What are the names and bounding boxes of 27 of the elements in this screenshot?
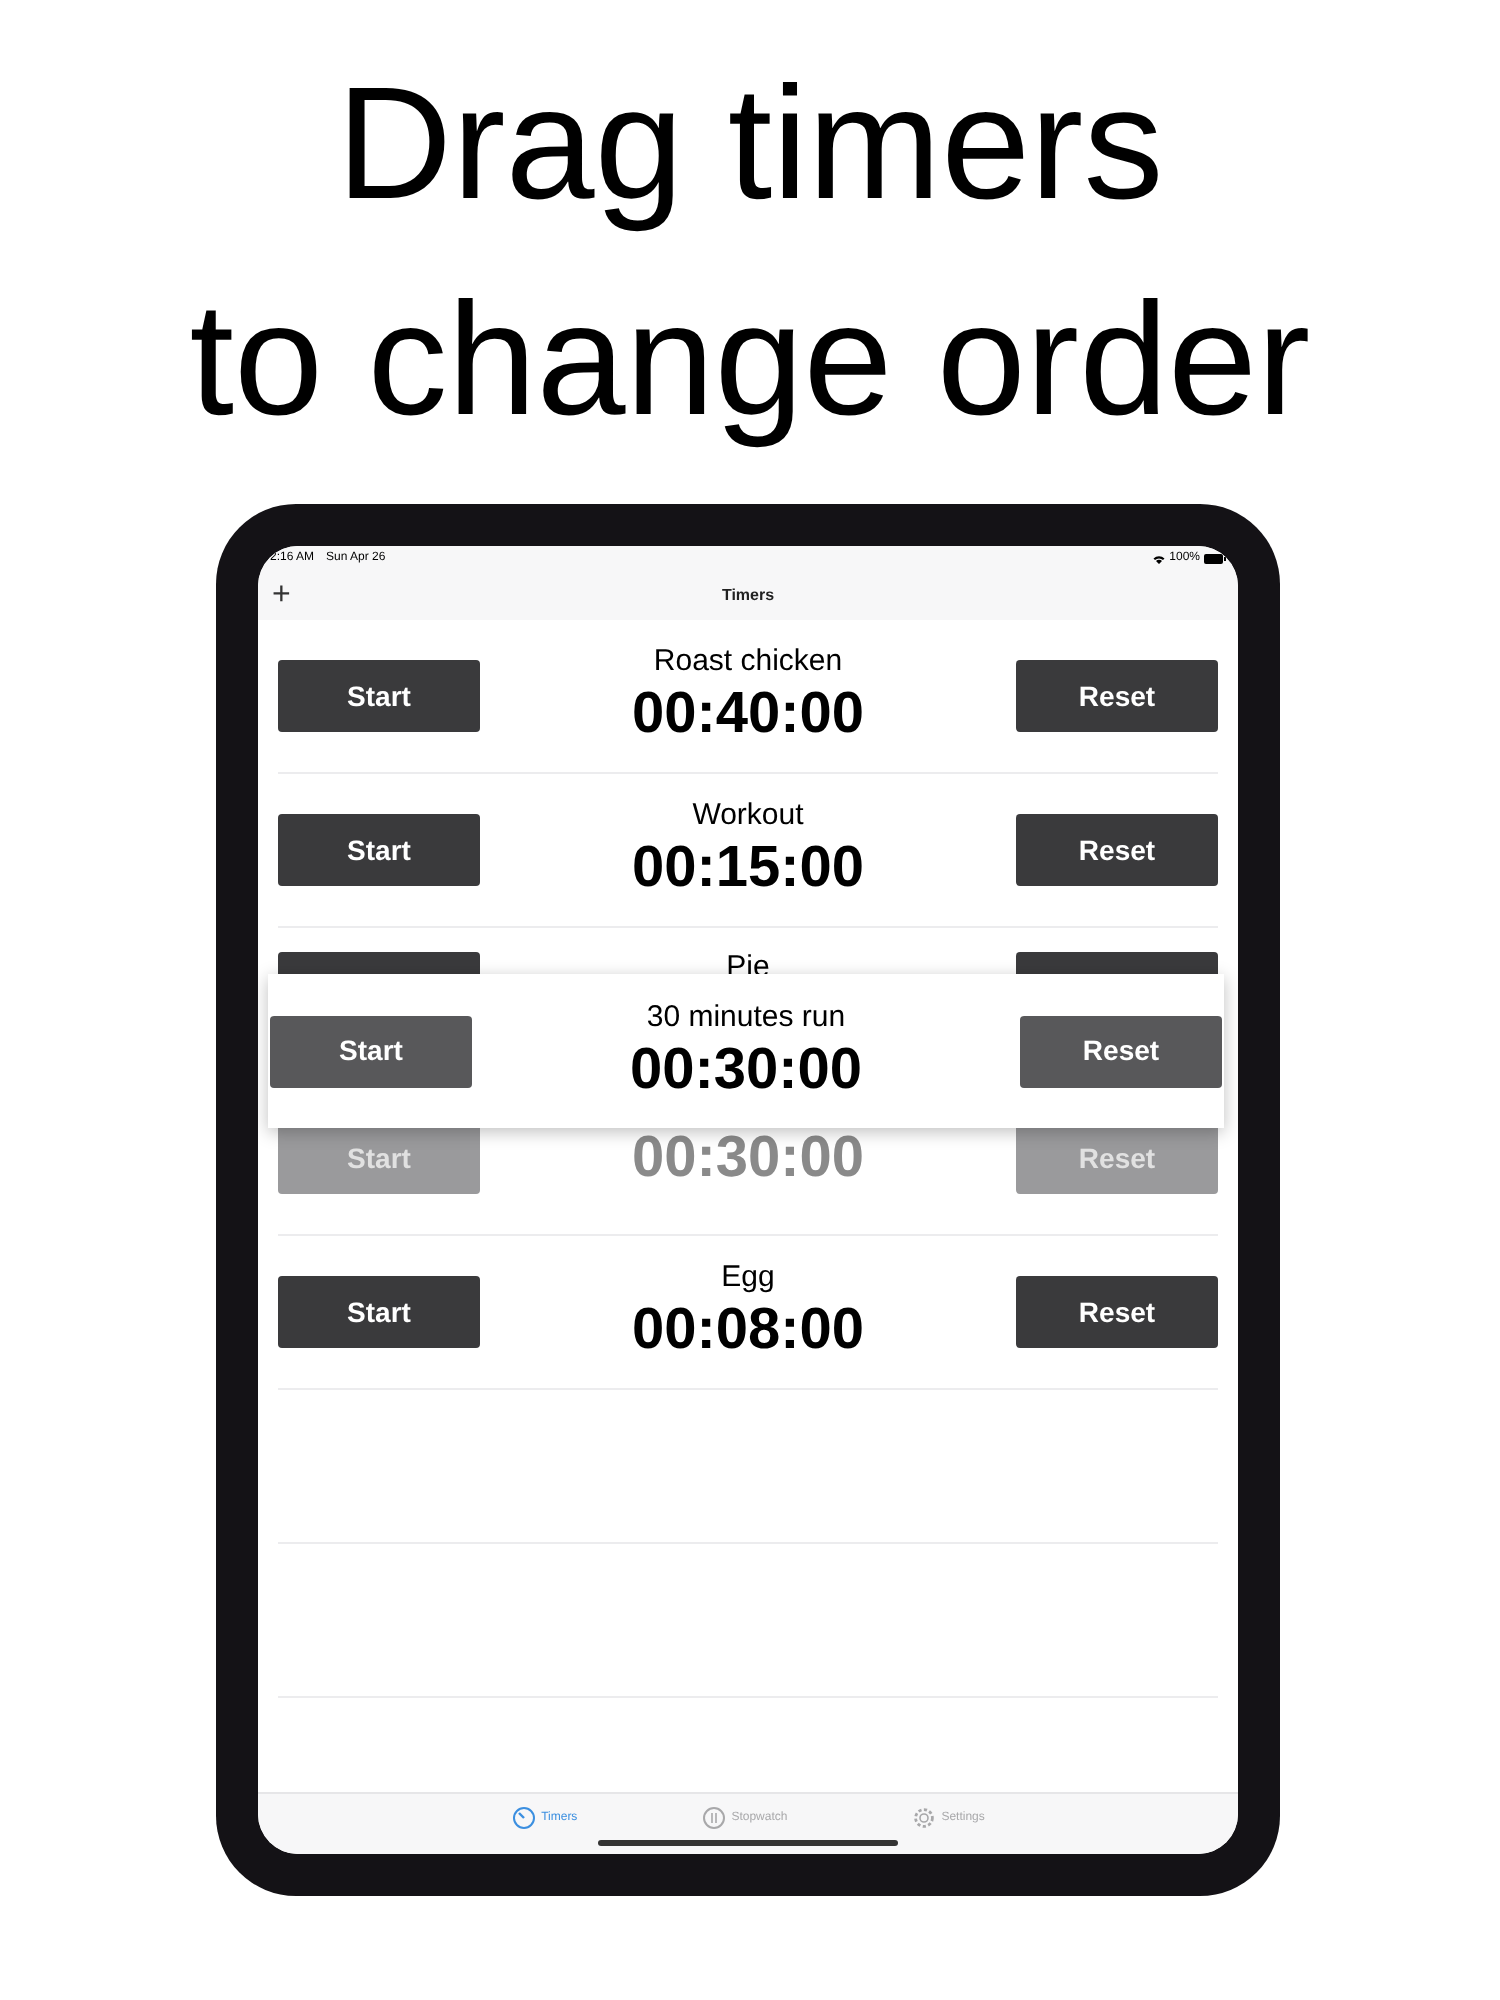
timer-time: 00:15:00: [631, 834, 865, 902]
nav-title: Timers: [721, 583, 775, 607]
timer-name: Workout: [692, 798, 804, 834]
dragged-timer-row[interactable]: Start 30 minutes run 00:30:00 Reset: [268, 974, 1224, 1128]
stopwatch-icon: [701, 1806, 726, 1830]
reset-button[interactable]: Reset: [1016, 1276, 1218, 1348]
headline: Drag timers: [336, 52, 1164, 236]
timer-time: 00:08:00: [631, 1296, 865, 1364]
start-button[interactable]: Start: [278, 814, 480, 886]
battery-icon: [1204, 553, 1226, 563]
reset-button[interactable]: Reset: [1020, 1015, 1222, 1087]
timer-time: 00:40:00: [631, 680, 865, 748]
reset-button[interactable]: Reset: [1016, 660, 1218, 732]
reset-button[interactable]: Reset: [1016, 814, 1218, 886]
settings-icon: [911, 1806, 936, 1830]
wifi-icon: [1151, 553, 1166, 563]
timer-name: Egg: [721, 1260, 775, 1296]
timer-icon: [511, 1806, 536, 1830]
start-button[interactable]: Start: [278, 1276, 480, 1348]
start-button[interactable]: Start: [278, 660, 480, 732]
timer-name: 30 minutes run: [646, 999, 846, 1035]
add-button[interactable]: +: [270, 579, 293, 611]
timer-time: 00:30:00: [631, 1124, 865, 1192]
headline: to change order: [189, 268, 1311, 452]
start-button[interactable]: Start: [270, 1015, 472, 1087]
timer-name: Roast chicken: [653, 644, 843, 680]
timer-time: 00:30:00: [629, 1035, 863, 1103]
